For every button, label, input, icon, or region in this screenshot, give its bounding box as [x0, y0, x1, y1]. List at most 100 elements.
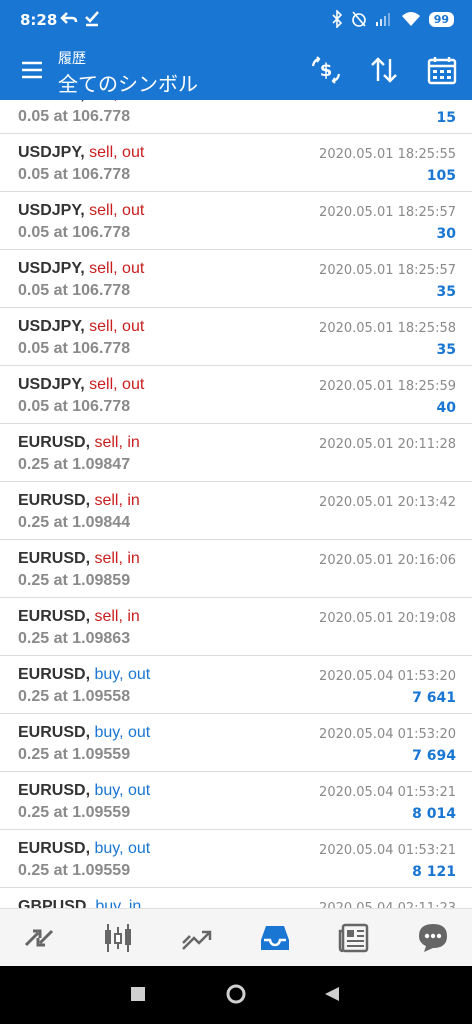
deal-time: 2020.05.01 18:25:59 — [319, 379, 456, 394]
deal-title: USDJPY, sell, out — [18, 318, 144, 336]
deal-row[interactable]: EURUSD, sell, in 0.25 at 1.09844 2020.05.0… — [0, 482, 472, 540]
trade-trend-icon — [181, 930, 211, 950]
deal-row[interactable]: EURUSD, buy, out 0.25 at 1.09559 2020.05.0… — [0, 714, 472, 772]
profit-filter-button[interactable]: $ — [308, 52, 344, 88]
deal-action: sell, out — [89, 202, 145, 219]
deal-title: EURUSD, sell, in — [18, 608, 140, 626]
battery-level: 99 — [428, 11, 454, 27]
deal-symbol: USDJPY, — [18, 202, 90, 219]
deal-symbol: EURUSD, — [18, 492, 95, 509]
deal-row[interactable]: EURUSD, buy, out 0.25 at 1.09559 2020.05.0… — [0, 772, 472, 830]
home-circle-icon[interactable] — [226, 984, 246, 1004]
newspaper-icon — [338, 923, 369, 953]
deal-profit: 7 694 — [412, 748, 456, 764]
deal-time: 2020.05.04 02:11:23 — [319, 901, 456, 908]
deal-volume-price: 0.05 at 106.778 — [18, 224, 131, 241]
deal-symbol: USDJPY, — [18, 260, 90, 277]
deal-action: sell, out — [89, 144, 145, 161]
deal-volume-price: 0.05 at 106.778 — [18, 108, 131, 125]
deal-time: 2020.05.01 20:13:42 — [319, 495, 456, 510]
deal-action: buy, out — [94, 840, 151, 857]
menu-icon[interactable] — [20, 58, 44, 82]
deal-symbol: EURUSD, — [18, 724, 95, 741]
wifi-icon — [401, 12, 420, 26]
deal-time: 2020.05.01 20:19:08 — [319, 611, 456, 626]
deal-symbol: USDJPY, — [18, 318, 90, 335]
deal-time: 2020.05.04 01:53:20 — [319, 727, 456, 742]
deal-title: USDJPY, sell, out — [18, 100, 144, 104]
deal-row[interactable]: USDJPY, sell, out 0.05 at 106.778 2020.05.… — [0, 134, 472, 192]
deal-action: sell, out — [89, 376, 145, 393]
inbox-icon — [261, 926, 290, 950]
deal-title: EURUSD, buy, out — [18, 724, 150, 742]
app-bar-subtitle: 履歴 — [58, 51, 86, 67]
deal-row[interactable]: EURUSD, buy, out 0.25 at 1.09558 2020.05.0… — [0, 656, 472, 714]
back-triangle-icon[interactable] — [324, 986, 340, 1002]
deal-row[interactable]: EURUSD, sell, in 0.25 at 1.09847 2020.05.0… — [0, 424, 472, 482]
deal-volume-price: 0.05 at 106.778 — [18, 340, 131, 357]
deal-volume-price: 0.05 at 106.778 — [18, 166, 131, 183]
sort-arrows-icon — [371, 57, 397, 83]
download-done-icon — [85, 11, 99, 27]
deal-volume-price: 0.25 at 1.09559 — [18, 804, 131, 821]
tab-news[interactable] — [332, 916, 376, 960]
deal-title: EURUSD, buy, out — [18, 782, 150, 800]
deal-time: 2020.05.04 01:53:21 — [319, 843, 456, 858]
deal-profit: 8 121 — [412, 864, 456, 880]
deal-row[interactable]: EURUSD, sell, in 0.25 at 1.09859 2020.05.0… — [0, 540, 472, 598]
back-arrow-icon — [60, 12, 78, 24]
alarm-off-icon — [351, 11, 366, 27]
recents-square-icon[interactable] — [130, 986, 146, 1002]
deal-row[interactable]: EURUSD, sell, in 0.25 at 1.09863 2020.05.0… — [0, 598, 472, 656]
deal-row[interactable]: USDJPY, sell, out 0.05 at 106.778 2020.05.… — [0, 366, 472, 424]
deal-volume-price: 0.25 at 1.09559 — [18, 862, 131, 879]
deal-action: buy, out — [94, 782, 151, 799]
deal-profit: 30 — [436, 226, 456, 242]
status-time: 8:28 — [20, 11, 58, 29]
dollar-swap-icon: $ — [311, 56, 341, 84]
deal-volume-price: 0.25 at 1.09859 — [18, 572, 131, 589]
quotes-arrows-icon — [25, 929, 54, 947]
deal-time: 2020.05.04 01:53:20 — [319, 669, 456, 684]
deal-title: USDJPY, sell, out — [18, 376, 144, 394]
sort-button[interactable] — [366, 52, 402, 88]
tab-chat[interactable] — [411, 916, 455, 960]
deal-symbol: GBPUSD, — [18, 898, 96, 908]
deal-title: USDJPY, sell, out — [18, 144, 144, 162]
symbol-filter-title[interactable]: 全てのシンボル — [58, 68, 198, 97]
svg-text:$: $ — [320, 60, 333, 81]
deal-action: sell, out — [89, 260, 145, 277]
bottom-tab-bar — [0, 908, 472, 967]
tab-quotes[interactable] — [17, 916, 61, 960]
deal-title: GBPUSD, buy, in — [18, 898, 141, 908]
calendar-button[interactable] — [424, 52, 460, 88]
deal-row[interactable]: USDJPY, sell, out 0.05 at 106.778 2020.05.… — [0, 308, 472, 366]
deal-action: buy, out — [94, 724, 151, 741]
deal-title: EURUSD, sell, in — [18, 434, 140, 452]
deal-time: 2020.05.01 18:25:57 — [319, 263, 456, 278]
history-rows: USDJPY, sell, out 0.05 at 106.778 2020.05.… — [0, 100, 472, 908]
deal-row[interactable]: USDJPY, sell, out 0.05 at 106.778 2020.05.… — [0, 192, 472, 250]
deal-row[interactable]: EURUSD, buy, out 0.25 at 1.09559 2020.05.0… — [0, 830, 472, 888]
bluetooth-icon — [332, 10, 342, 28]
deal-title: USDJPY, sell, out — [18, 202, 144, 220]
deal-time: 2020.05.01 18:25:58 — [319, 321, 456, 336]
deal-action: sell, out — [89, 318, 145, 335]
tab-chart[interactable] — [96, 916, 140, 960]
deal-action: buy, out — [94, 666, 151, 683]
deal-profit: 15 — [436, 110, 456, 126]
tab-history[interactable] — [253, 916, 297, 960]
deal-symbol: EURUSD, — [18, 782, 95, 799]
deal-volume-price: 0.25 at 1.09559 — [18, 746, 131, 763]
deal-profit: 35 — [436, 342, 456, 358]
deal-volume-price: 0.25 at 1.09847 — [18, 456, 131, 473]
deal-action: sell, in — [94, 550, 140, 567]
deal-action: sell, in — [94, 608, 140, 625]
tab-trade[interactable] — [175, 916, 219, 960]
deal-row[interactable]: USDJPY, sell, out 0.05 at 106.778 2020.05.… — [0, 250, 472, 308]
deal-volume-price: 0.25 at 1.09558 — [18, 688, 131, 705]
deal-row[interactable]: USDJPY, sell, out 0.05 at 106.778 2020.05.… — [0, 100, 472, 134]
deal-row[interactable]: GBPUSD, buy, in 2020.05.04 02:11:23 — [0, 888, 472, 908]
deal-symbol: USDJPY, — [18, 100, 89, 103]
history-list[interactable]: USDJPY, sell, out 0.05 at 106.778 2020.05.… — [0, 100, 472, 908]
